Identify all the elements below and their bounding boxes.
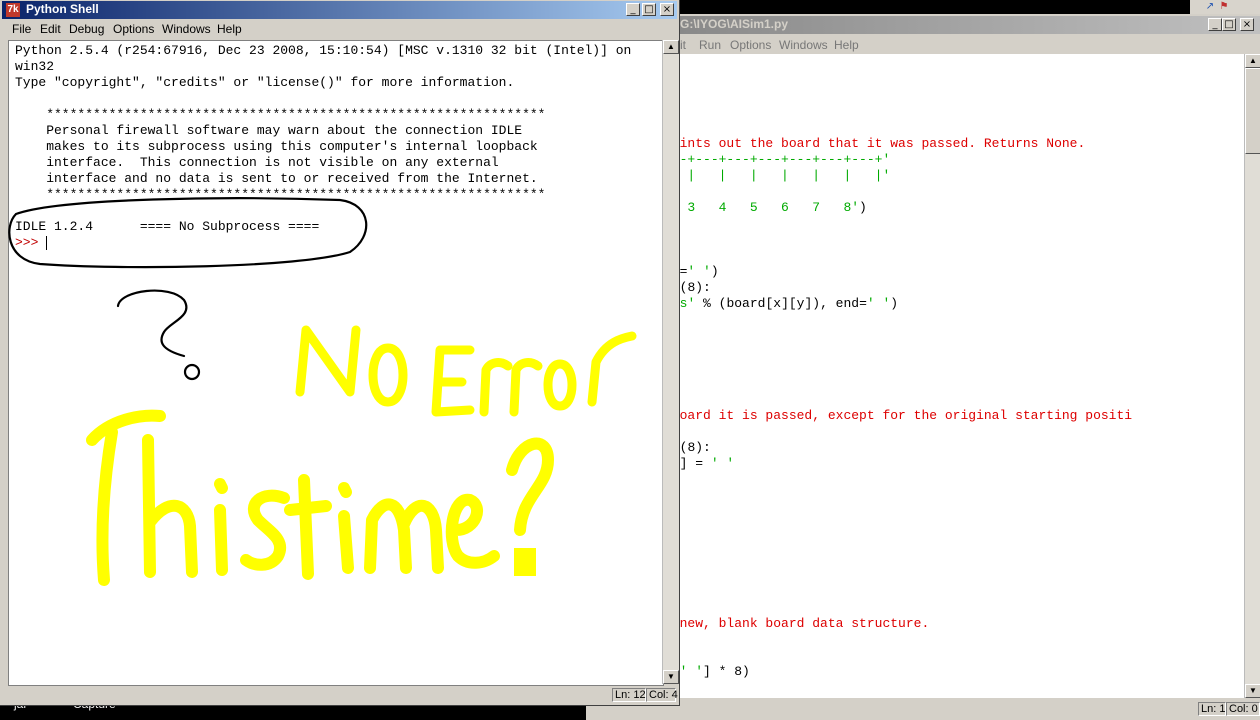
- python-app-icon: 7k: [6, 3, 20, 17]
- menu-options[interactable]: Options: [730, 38, 771, 52]
- code-token: % (board[x][y]), end=: [695, 296, 867, 311]
- minimize-icon[interactable]: _: [1208, 18, 1222, 31]
- shell-window: 7k Python Shell _ □ × File Edit Debug Op…: [0, 0, 680, 706]
- shell-title-bar[interactable]: 7k Python Shell _ □ ×: [2, 1, 677, 19]
- menu-file[interactable]: File: [12, 22, 31, 36]
- text-cursor: [46, 236, 47, 250]
- shell-text-area[interactable]: Python 2.5.4 (r254:67916, Dec 23 2008, 1…: [8, 40, 664, 686]
- shell-line: Type "copyright", "credits" or "license(…: [15, 75, 515, 90]
- code-token: (8):: [679, 440, 711, 455]
- editor-title: G:\IYOG\AISim1.py: [680, 17, 789, 31]
- shell-line: Personal firewall software may warn abou…: [15, 123, 523, 138]
- editor-window: G:\IYOG\AISim1.py _ □ × it Run Options W…: [586, 14, 1260, 720]
- menu-options[interactable]: Options: [113, 22, 154, 36]
- menu-windows[interactable]: Windows: [162, 22, 211, 36]
- scroll-thumb[interactable]: [1245, 68, 1260, 154]
- shell-scrollbar[interactable]: ▲ ▼: [662, 40, 679, 684]
- shell-prompt: >>>: [15, 235, 46, 251]
- shell-line: IDLE 1.2.4 ==== No Subprocess ====: [15, 219, 320, 234]
- scroll-down-icon[interactable]: ▼: [1245, 684, 1260, 698]
- shell-line: makes to its subprocess using this compu…: [15, 139, 538, 154]
- editor-status-bar: Ln: 1 Col: 0: [586, 700, 1260, 718]
- editor-title-bar[interactable]: G:\IYOG\AISim1.py _ □ ×: [586, 16, 1260, 34]
- code-token: ' ': [710, 456, 735, 471]
- shell-line: interface. This connection is not visibl…: [15, 155, 499, 170]
- code-token: ] * 8): [703, 664, 750, 679]
- code-token: ' ': [679, 664, 704, 679]
- menu-help[interactable]: Help: [217, 22, 242, 36]
- shell-menu-bar: File Edit Debug Options Windows Help: [0, 19, 679, 39]
- shell-title: Python Shell: [26, 2, 99, 16]
- editor-code-area[interactable]: domard(board): function prints out the b…: [590, 54, 1244, 698]
- code-token: ' ': [866, 296, 891, 311]
- minimize-icon[interactable]: _: [626, 3, 640, 16]
- menu-edit[interactable]: Edit: [40, 22, 61, 36]
- system-tray: ↗ ⚑: [1190, 0, 1260, 14]
- shell-line: ****************************************…: [15, 187, 546, 202]
- maximize-icon[interactable]: □: [642, 3, 656, 16]
- shell-line: win32: [15, 59, 55, 74]
- close-icon[interactable]: ×: [1240, 18, 1254, 31]
- menu-debug[interactable]: Debug: [69, 22, 104, 36]
- shell-line: Python 2.5.4 (r254:67916, Dec 23 2008, 1…: [15, 43, 632, 58]
- code-token: (8):: [679, 280, 711, 295]
- editor-menu-bar: it Run Options Windows Help: [586, 35, 1260, 55]
- scroll-up-icon[interactable]: ▲: [1245, 54, 1260, 68]
- prompt-text: >>>: [15, 235, 47, 250]
- shell-line: ****************************************…: [15, 107, 546, 122]
- close-icon[interactable]: ×: [660, 3, 674, 16]
- maximize-icon[interactable]: □: [1222, 18, 1236, 31]
- menu-help[interactable]: Help: [834, 38, 859, 52]
- menu-run[interactable]: Run: [699, 38, 721, 52]
- editor-col-number: Col: 0: [1226, 702, 1260, 716]
- editor-line-number: Ln: 1: [1198, 702, 1226, 716]
- menu-edit[interactable]: it: [680, 38, 686, 52]
- shell-col-number: Col: 4: [646, 688, 678, 702]
- menu-windows[interactable]: Windows: [779, 38, 828, 52]
- scroll-up-icon[interactable]: ▲: [663, 40, 679, 54]
- editor-scrollbar[interactable]: ▲ ▼: [1244, 54, 1260, 698]
- code-token: ): [890, 296, 899, 311]
- code-token: ): [859, 200, 867, 215]
- code-token: ): [710, 264, 719, 279]
- network-icon[interactable]: ↗: [1204, 1, 1216, 12]
- code-token: ' ': [687, 264, 711, 279]
- scroll-down-icon[interactable]: ▼: [663, 670, 679, 684]
- shell-status-bar: Ln: 12 Col: 4: [0, 686, 678, 704]
- shield-icon[interactable]: ⚑: [1218, 1, 1230, 12]
- shell-line: interface and no data is sent to or rece…: [15, 171, 538, 186]
- shell-line-number: Ln: 12: [612, 688, 646, 702]
